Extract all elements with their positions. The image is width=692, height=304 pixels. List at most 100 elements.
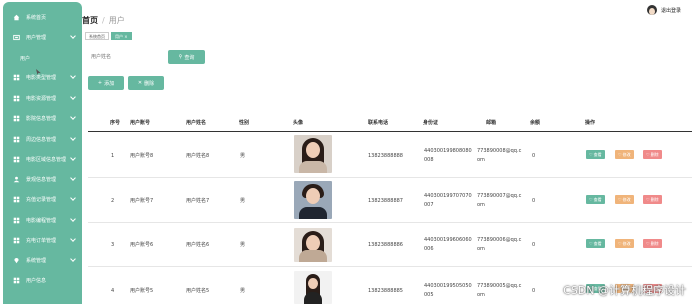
view-label: 查看 xyxy=(593,196,602,202)
cell-index: 2 xyxy=(111,198,115,204)
cell-name: 用户姓名5 xyxy=(186,288,210,294)
search-input[interactable] xyxy=(88,50,158,64)
column-header: 性别 xyxy=(239,120,250,126)
cell-index: 1 xyxy=(111,153,115,159)
grid-icon xyxy=(13,95,20,101)
cell-index: 4 xyxy=(111,288,115,294)
delete-icon: ♡ xyxy=(646,241,650,246)
sidebar-subitem-label: 用户 xyxy=(20,55,31,62)
edit-button[interactable]: ♡ 修改 xyxy=(615,150,634,159)
batch-delete-button[interactable]: ✕ 删除 xyxy=(128,76,164,90)
delete-label: 删除 xyxy=(650,240,659,246)
delete-button[interactable]: ♡ 删除 xyxy=(643,195,662,204)
cell-email: 773890007@qq.c xyxy=(477,193,522,199)
cell-email-cont: om xyxy=(477,292,485,298)
column-header: 身份证 xyxy=(423,120,439,126)
sidebar-item-movie-resource[interactable]: 电影资源管理 xyxy=(3,89,82,107)
cell-id-card: 440300199505050 xyxy=(424,283,472,289)
sidebar-item-user-manage[interactable]: 用户管理 xyxy=(3,28,82,46)
sidebar-item-label: 影院信息管理 xyxy=(26,115,57,122)
person-icon xyxy=(13,176,20,182)
sidebar-item-system[interactable]: 系统管理 xyxy=(3,251,82,269)
delete-label: 删除 xyxy=(650,151,659,157)
sidebar-item-home[interactable]: 系统首页 xyxy=(3,8,82,26)
breadcrumb-separator: / xyxy=(102,16,105,25)
chevron-down-icon xyxy=(70,155,76,161)
cell-account: 用户账号5 xyxy=(130,288,154,294)
sidebar-item-label: 系统首页 xyxy=(26,14,47,21)
sidebar-item-label: 电影编程管理 xyxy=(26,217,57,224)
sidebar: 系统首页 用户管理 用户 电影类型管理 电影资源管理 影院信息管理 周边信息管理… xyxy=(3,2,82,304)
sidebar-item-label: 电影类型管理 xyxy=(26,74,57,81)
avatar-photo xyxy=(294,181,332,219)
cell-phone: 13823888885 xyxy=(368,288,403,294)
view-icon: ♡ xyxy=(589,241,593,246)
sidebar-item-label: 用户管理 xyxy=(26,34,47,41)
breadcrumb-current: 用户 xyxy=(108,16,125,25)
cell-email-cont: om xyxy=(477,157,485,163)
cell-gender: 男 xyxy=(240,242,246,248)
grid-icon xyxy=(13,156,20,162)
sidebar-item-user-info[interactable]: 用户信息 xyxy=(3,271,82,289)
cell-gender: 男 xyxy=(240,198,246,204)
chevron-down-icon xyxy=(70,94,76,100)
watermark: CSDN @计算机程序设计 xyxy=(563,284,686,297)
sidebar-item-region[interactable]: 电影区域信息管理 xyxy=(3,150,82,168)
row-divider xyxy=(88,177,692,178)
cell-phone: 13823888888 xyxy=(368,153,403,159)
sidebar-item-movie-type[interactable]: 电影类型管理 xyxy=(3,68,82,86)
breadcrumb-home[interactable]: 首页 xyxy=(82,16,98,25)
cell-id-card-cont: 008 xyxy=(424,157,434,163)
cell-id-card-cont: 005 xyxy=(424,292,434,298)
view-button[interactable]: ♡ 查看 xyxy=(586,239,605,248)
edit-button[interactable]: ♡ 修改 xyxy=(615,195,634,204)
sidebar-item-cinema[interactable]: 影院信息管理 xyxy=(3,109,82,127)
sidebar-item-label: 电影资源管理 xyxy=(26,95,57,102)
sidebar-item-programming[interactable]: 电影编程管理 xyxy=(3,211,82,229)
user-menu[interactable]: 退出登录 xyxy=(646,5,681,15)
cell-balance: 0 xyxy=(532,198,536,204)
sidebar-item-orders[interactable]: 充电订单管理 xyxy=(3,231,82,249)
add-button[interactable]: + 添加 xyxy=(88,76,124,90)
edit-icon: ♡ xyxy=(618,241,622,246)
sidebar-subitem-user[interactable]: 用户 xyxy=(3,51,82,65)
view-label: 查看 xyxy=(593,240,602,246)
search-icon: ⚲ xyxy=(178,54,183,60)
cell-account: 用户账号6 xyxy=(130,242,154,248)
tag-home[interactable]: 系统首页 xyxy=(85,32,109,40)
chevron-down-icon xyxy=(70,195,76,201)
column-header: 操作 xyxy=(585,120,596,126)
sidebar-item-label: 用户信息 xyxy=(26,277,47,284)
home-icon xyxy=(13,14,20,20)
sidebar-item-recharge[interactable]: 充值记录管理 xyxy=(3,190,82,208)
sidebar-item-nearby[interactable]: 周边信息管理 xyxy=(3,130,82,148)
batch-delete-label: 删除 xyxy=(144,80,155,87)
delete-button[interactable]: ♡ 删除 xyxy=(643,239,662,248)
sidebar-item-scenery[interactable]: 景观信息管理 xyxy=(3,170,82,188)
sidebar-item-label: 充值记录管理 xyxy=(26,196,57,203)
cell-balance: 0 xyxy=(532,288,536,294)
column-header: 用户账号 xyxy=(130,120,151,126)
logout-label[interactable]: 退出登录 xyxy=(661,7,681,14)
sidebar-item-label: 电影区域信息管理 xyxy=(26,156,67,163)
row-divider xyxy=(88,266,692,267)
cell-account: 用户账号8 xyxy=(130,153,154,159)
view-button[interactable]: ♡ 查看 xyxy=(586,195,605,204)
avatar-photo xyxy=(294,135,332,173)
cell-gender: 男 xyxy=(240,153,246,159)
delete-label: 删除 xyxy=(650,196,659,202)
chevron-down-icon xyxy=(70,236,76,242)
view-icon: ♡ xyxy=(589,152,593,157)
delete-button[interactable]: ♡ 删除 xyxy=(643,150,662,159)
avatar xyxy=(646,5,657,15)
search-button-label: 查询 xyxy=(184,54,195,61)
user-icon xyxy=(13,34,20,40)
cell-balance: 0 xyxy=(532,153,536,159)
tag-user[interactable]: 用户 × xyxy=(111,32,132,40)
view-button[interactable]: ♡ 查看 xyxy=(586,150,605,159)
cell-name: 用户姓名8 xyxy=(186,153,210,159)
chevron-down-icon xyxy=(70,73,76,79)
cell-name: 用户姓名6 xyxy=(186,242,210,248)
edit-button[interactable]: ♡ 修改 xyxy=(615,239,634,248)
search-button[interactable]: ⚲ 查询 xyxy=(168,50,205,64)
